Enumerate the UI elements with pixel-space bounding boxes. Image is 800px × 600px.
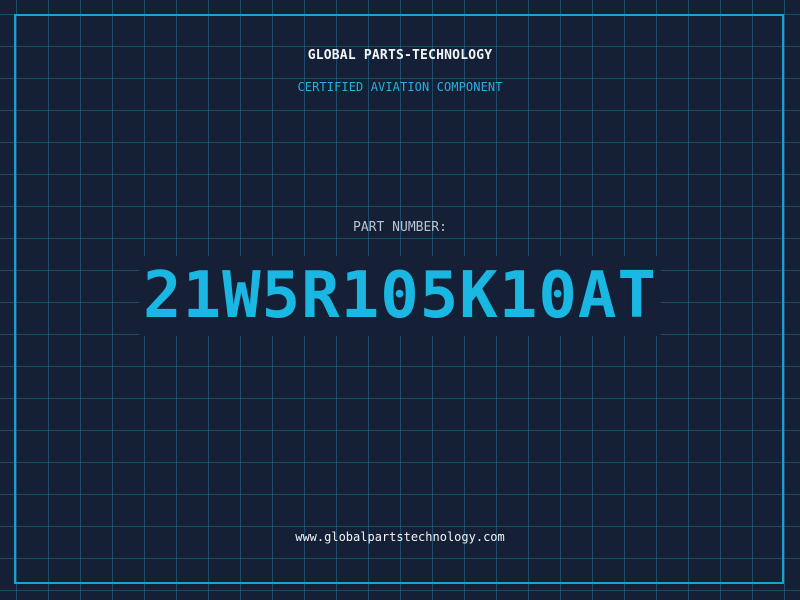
website-url: www.globalpartstechnology.com bbox=[295, 530, 505, 544]
certification-tagline: CERTIFIED AVIATION COMPONENT bbox=[297, 80, 503, 94]
part-number-container: 21W5R105K10AT bbox=[0, 256, 800, 336]
company-name: GLOBAL PARTS-TECHNOLOGY bbox=[307, 48, 493, 63]
part-number-label: PART NUMBER: bbox=[353, 220, 447, 235]
part-number-value: 21W5R105K10AT bbox=[139, 256, 661, 336]
